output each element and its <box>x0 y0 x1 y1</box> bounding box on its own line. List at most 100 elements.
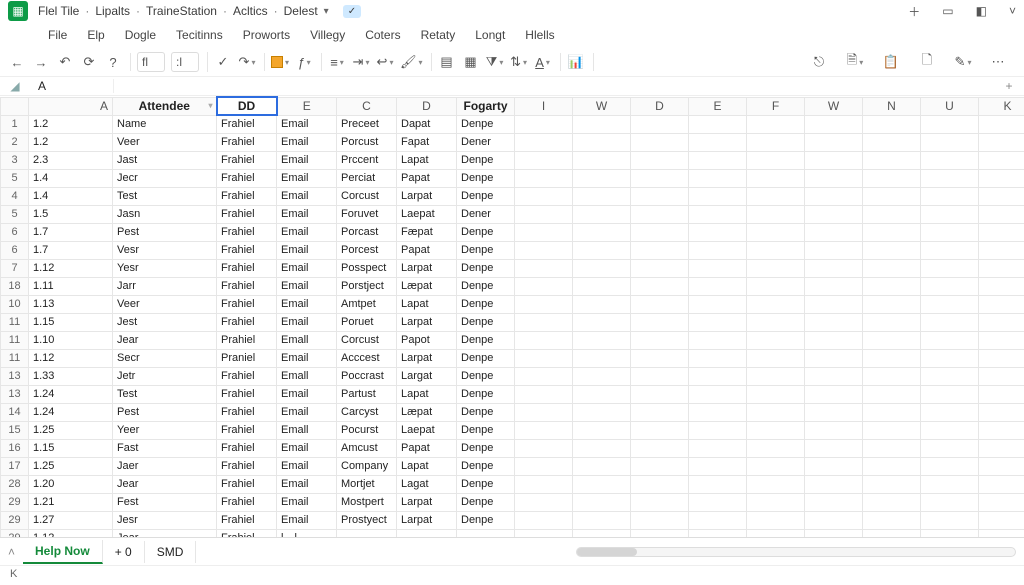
cell[interactable] <box>921 115 979 133</box>
cell[interactable] <box>979 349 1024 367</box>
cell[interactable] <box>747 205 805 223</box>
cell[interactable]: Jarr <box>113 277 217 295</box>
row-number[interactable]: 6 <box>1 241 29 259</box>
cell[interactable] <box>631 493 689 511</box>
spreadsheet-grid[interactable]: AAttendeeDDECDFogartyIWDEFWNUK 11.2NameF… <box>0 96 1024 537</box>
cell[interactable] <box>631 205 689 223</box>
column-header[interactable]: U <box>921 97 979 115</box>
cell[interactable] <box>573 259 631 277</box>
cell[interactable] <box>805 529 863 537</box>
cell[interactable] <box>805 475 863 493</box>
cell[interactable]: Frahiel <box>217 277 277 295</box>
menu-tecitinns[interactable]: Tecitinns <box>176 28 223 42</box>
cell[interactable]: Porcast <box>337 223 397 241</box>
cell[interactable]: 1.5 <box>29 205 113 223</box>
cell[interactable] <box>921 223 979 241</box>
menu-proworts[interactable]: Proworts <box>243 28 290 42</box>
redo-icon[interactable]: ↷ <box>238 53 256 71</box>
cell[interactable]: Amtpet <box>337 295 397 313</box>
crumb-2[interactable]: TraineStation <box>146 4 217 18</box>
cell[interactable]: Jast <box>113 151 217 169</box>
column-header[interactable]: N <box>863 97 921 115</box>
cell[interactable]: Email <box>277 385 337 403</box>
cell[interactable] <box>747 151 805 169</box>
cell[interactable]: Larpat <box>397 349 457 367</box>
cell[interactable] <box>863 367 921 385</box>
cell[interactable]: Frahiel <box>217 187 277 205</box>
cell[interactable]: Fest <box>113 493 217 511</box>
table-row[interactable]: 61.7VesrFrahielEmailPorcestPapatDenpe <box>1 241 1024 259</box>
cell[interactable] <box>979 421 1024 439</box>
cell[interactable] <box>863 151 921 169</box>
table-row[interactable]: 51.4JecrFrahielEmailPerciatPapatDenpe <box>1 169 1024 187</box>
cell[interactable]: Papot <box>397 331 457 349</box>
cell[interactable] <box>747 223 805 241</box>
cell[interactable]: Poccrast <box>337 367 397 385</box>
cell[interactable]: Denpe <box>457 349 515 367</box>
cell[interactable]: Pest <box>113 223 217 241</box>
cell[interactable] <box>631 367 689 385</box>
scrollbar-thumb[interactable] <box>577 548 637 556</box>
column-header[interactable]: A <box>29 97 113 115</box>
cell[interactable] <box>921 475 979 493</box>
cell[interactable]: Prahiel <box>217 331 277 349</box>
cell[interactable] <box>573 421 631 439</box>
table-icon[interactable]: ▦ <box>462 53 480 71</box>
cell[interactable]: Email <box>277 295 337 313</box>
cell[interactable] <box>573 313 631 331</box>
cell[interactable] <box>805 457 863 475</box>
cell[interactable] <box>573 439 631 457</box>
cell[interactable] <box>515 529 573 537</box>
cell[interactable] <box>573 241 631 259</box>
cell[interactable] <box>747 367 805 385</box>
cell[interactable] <box>863 187 921 205</box>
table-row[interactable]: 131.33JetrFrahielEmallPoccrastLargatDenp… <box>1 367 1024 385</box>
cell[interactable]: Email <box>277 277 337 295</box>
cell[interactable] <box>805 313 863 331</box>
cell[interactable]: Email <box>277 439 337 457</box>
cell[interactable] <box>805 493 863 511</box>
select-all-corner[interactable]: ◢ <box>0 79 30 93</box>
cell[interactable] <box>573 349 631 367</box>
undo-icon[interactable]: ↶ <box>56 53 74 71</box>
cell[interactable] <box>863 313 921 331</box>
cell[interactable] <box>689 313 747 331</box>
cell[interactable] <box>689 349 747 367</box>
cell[interactable]: Email <box>277 475 337 493</box>
cell[interactable]: 1.2 <box>29 115 113 133</box>
cell[interactable]: Corcust <box>337 331 397 349</box>
cell[interactable] <box>921 457 979 475</box>
cell[interactable] <box>747 295 805 313</box>
cell[interactable] <box>863 223 921 241</box>
cell[interactable]: Lapat <box>397 385 457 403</box>
cell[interactable] <box>397 529 457 537</box>
row-number[interactable]: 29 <box>1 529 29 537</box>
cell[interactable]: Larpat <box>397 313 457 331</box>
cell[interactable] <box>863 277 921 295</box>
cell[interactable] <box>573 385 631 403</box>
cell[interactable] <box>805 115 863 133</box>
cell[interactable] <box>747 385 805 403</box>
cell[interactable] <box>573 187 631 205</box>
cell[interactable] <box>863 133 921 151</box>
formula-icon[interactable]: ƒ <box>295 53 313 71</box>
cell[interactable]: Foruvet <box>337 205 397 223</box>
cell[interactable]: Laepat <box>397 421 457 439</box>
cell[interactable]: 2.3 <box>29 151 113 169</box>
cell[interactable] <box>979 151 1024 169</box>
cell[interactable]: Email <box>277 133 337 151</box>
cell[interactable] <box>515 133 573 151</box>
cell[interactable] <box>863 115 921 133</box>
menu-hlells[interactable]: Hlells <box>525 28 554 42</box>
table-row[interactable]: 32.3JastFrahielEmailPrccentLapatDenpe <box>1 151 1024 169</box>
cell[interactable] <box>805 259 863 277</box>
cell[interactable]: Email <box>277 403 337 421</box>
cell[interactable] <box>921 259 979 277</box>
cell[interactable]: Frahiel <box>217 439 277 457</box>
column-header[interactable]: F <box>747 97 805 115</box>
crumb-4[interactable]: Delest <box>284 4 318 18</box>
cell[interactable] <box>631 259 689 277</box>
sheet-tab-smd[interactable]: SMD <box>145 541 197 563</box>
cell[interactable] <box>515 493 573 511</box>
cell[interactable]: Jecr <box>113 169 217 187</box>
